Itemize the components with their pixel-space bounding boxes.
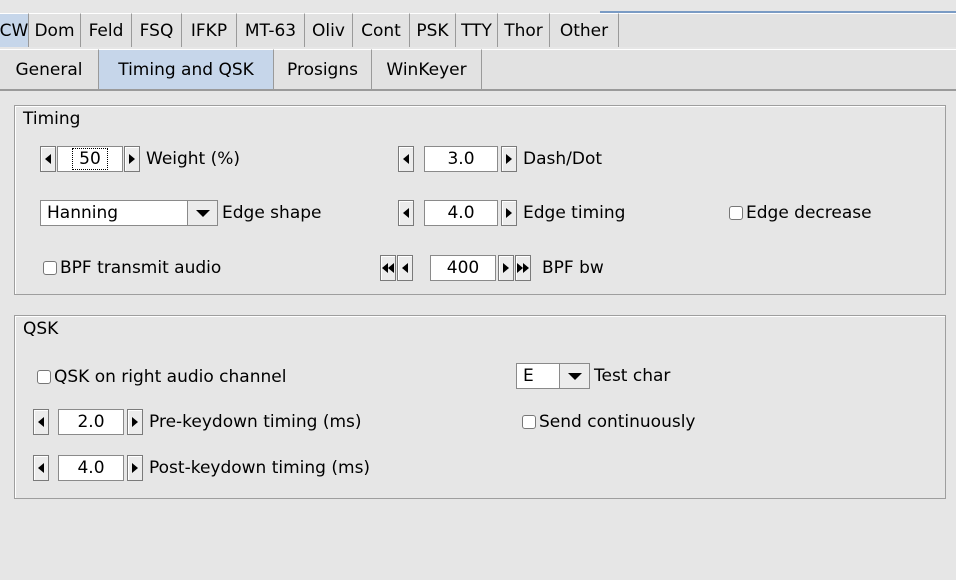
edge-decrease-checkbox[interactable] [729, 206, 743, 220]
tab-oliv[interactable]: Oliv [305, 13, 353, 47]
right-arrow-icon [129, 154, 135, 164]
tab-other[interactable]: Other [550, 13, 619, 47]
pre-keydown-input[interactable]: 2.0 [58, 409, 124, 435]
sub-tab-divider [0, 89, 956, 91]
tab-prosigns[interactable]: Prosigns [274, 49, 372, 89]
left-arrow-icon [38, 417, 44, 427]
double-left-arrow-icon [382, 263, 394, 273]
bpf-bw-input[interactable]: 400 [430, 255, 496, 281]
right-arrow-icon [506, 208, 512, 218]
test-char-select[interactable]: E [516, 363, 590, 389]
bpf-bw-fast-increase-button[interactable] [515, 255, 531, 281]
dropdown-button[interactable] [187, 201, 217, 225]
dropdown-button[interactable] [559, 364, 589, 388]
top-edge-line [600, 11, 956, 13]
tab-timing-and-qsk[interactable]: Timing and QSK [99, 49, 274, 89]
weight-increase-button[interactable] [124, 146, 140, 172]
dash-dot-label: Dash/Dot [523, 149, 603, 169]
left-arrow-icon [403, 154, 409, 164]
right-arrow-icon [506, 154, 512, 164]
post-keydown-decrease-button[interactable] [33, 455, 49, 481]
send-continuously-label: Send continuously [539, 412, 696, 432]
bpf-bw-label: BPF bw [542, 258, 604, 278]
right-arrow-icon [132, 417, 138, 427]
edge-decrease-label: Edge decrease [746, 203, 872, 223]
send-continuously-checkbox[interactable] [522, 415, 536, 429]
bpf-bw-fast-decrease-button[interactable] [380, 255, 396, 281]
weight-decrease-button[interactable] [40, 146, 56, 172]
tab-cont[interactable]: Cont [353, 13, 410, 47]
bpf-transmit-audio-label: BPF transmit audio [60, 258, 222, 278]
edge-timing-decrease-button[interactable] [398, 200, 414, 226]
edge-timing-input[interactable]: 4.0 [424, 200, 498, 226]
tab-thor[interactable]: Thor [498, 13, 550, 47]
pre-keydown-label: Pre-keydown timing (ms) [149, 412, 362, 432]
tab-fsq[interactable]: FSQ [132, 13, 182, 47]
left-arrow-icon [403, 208, 409, 218]
chevron-down-icon [567, 372, 582, 380]
left-arrow-icon [38, 463, 44, 473]
edge-shape-select[interactable]: Hanning [40, 200, 218, 226]
dash-dot-decrease-button[interactable] [398, 146, 414, 172]
chevron-down-icon [195, 209, 210, 217]
left-arrow-icon [402, 263, 408, 273]
right-arrow-icon [132, 463, 138, 473]
edge-timing-increase-button[interactable] [501, 200, 517, 226]
tab-bar-filler [619, 13, 956, 47]
weight-input[interactable]: 50 [57, 146, 123, 172]
tab-mt63[interactable]: MT-63 [237, 13, 305, 47]
post-keydown-increase-button[interactable] [127, 455, 143, 481]
edge-shape-label: Edge shape [222, 203, 322, 223]
tab-general[interactable]: General [0, 49, 99, 89]
edge-timing-label: Edge timing [523, 203, 626, 223]
qsk-right-channel-label: QSK on right audio channel [54, 367, 287, 387]
tab-psk[interactable]: PSK [410, 13, 456, 47]
bpf-transmit-audio-checkbox[interactable] [43, 261, 57, 275]
pre-keydown-decrease-button[interactable] [33, 409, 49, 435]
bpf-bw-increase-button[interactable] [498, 255, 514, 281]
double-right-arrow-icon [517, 263, 529, 273]
weight-label: Weight (%) [146, 149, 241, 169]
post-keydown-label: Post-keydown timing (ms) [149, 458, 371, 478]
sub-tab-bar: General Timing and QSK Prosigns WinKeyer [0, 49, 956, 89]
qsk-group-title: QSK [23, 319, 59, 339]
tab-dom[interactable]: Dom [29, 13, 81, 47]
tab-feld[interactable]: Feld [81, 13, 132, 47]
bpf-bw-decrease-button[interactable] [397, 255, 413, 281]
tab-tty[interactable]: TTY [456, 13, 498, 47]
qsk-right-channel-checkbox[interactable] [37, 370, 51, 384]
timing-group-title: Timing [23, 109, 81, 129]
tab-cw[interactable]: CW [0, 13, 29, 47]
pre-keydown-increase-button[interactable] [127, 409, 143, 435]
test-char-label: Test char [594, 366, 671, 386]
tab-winkeyer[interactable]: WinKeyer [372, 49, 482, 89]
left-arrow-icon [45, 154, 51, 164]
dash-dot-input[interactable]: 3.0 [424, 146, 498, 172]
dash-dot-increase-button[interactable] [501, 146, 517, 172]
right-arrow-icon [503, 263, 509, 273]
sub-tab-bar-filler [482, 49, 956, 89]
post-keydown-input[interactable]: 4.0 [58, 455, 124, 481]
tab-ifkp[interactable]: IFKP [182, 13, 237, 47]
mode-tab-bar: CW Dom Feld FSQ IFKP MT-63 Oliv Cont PSK… [0, 13, 956, 47]
